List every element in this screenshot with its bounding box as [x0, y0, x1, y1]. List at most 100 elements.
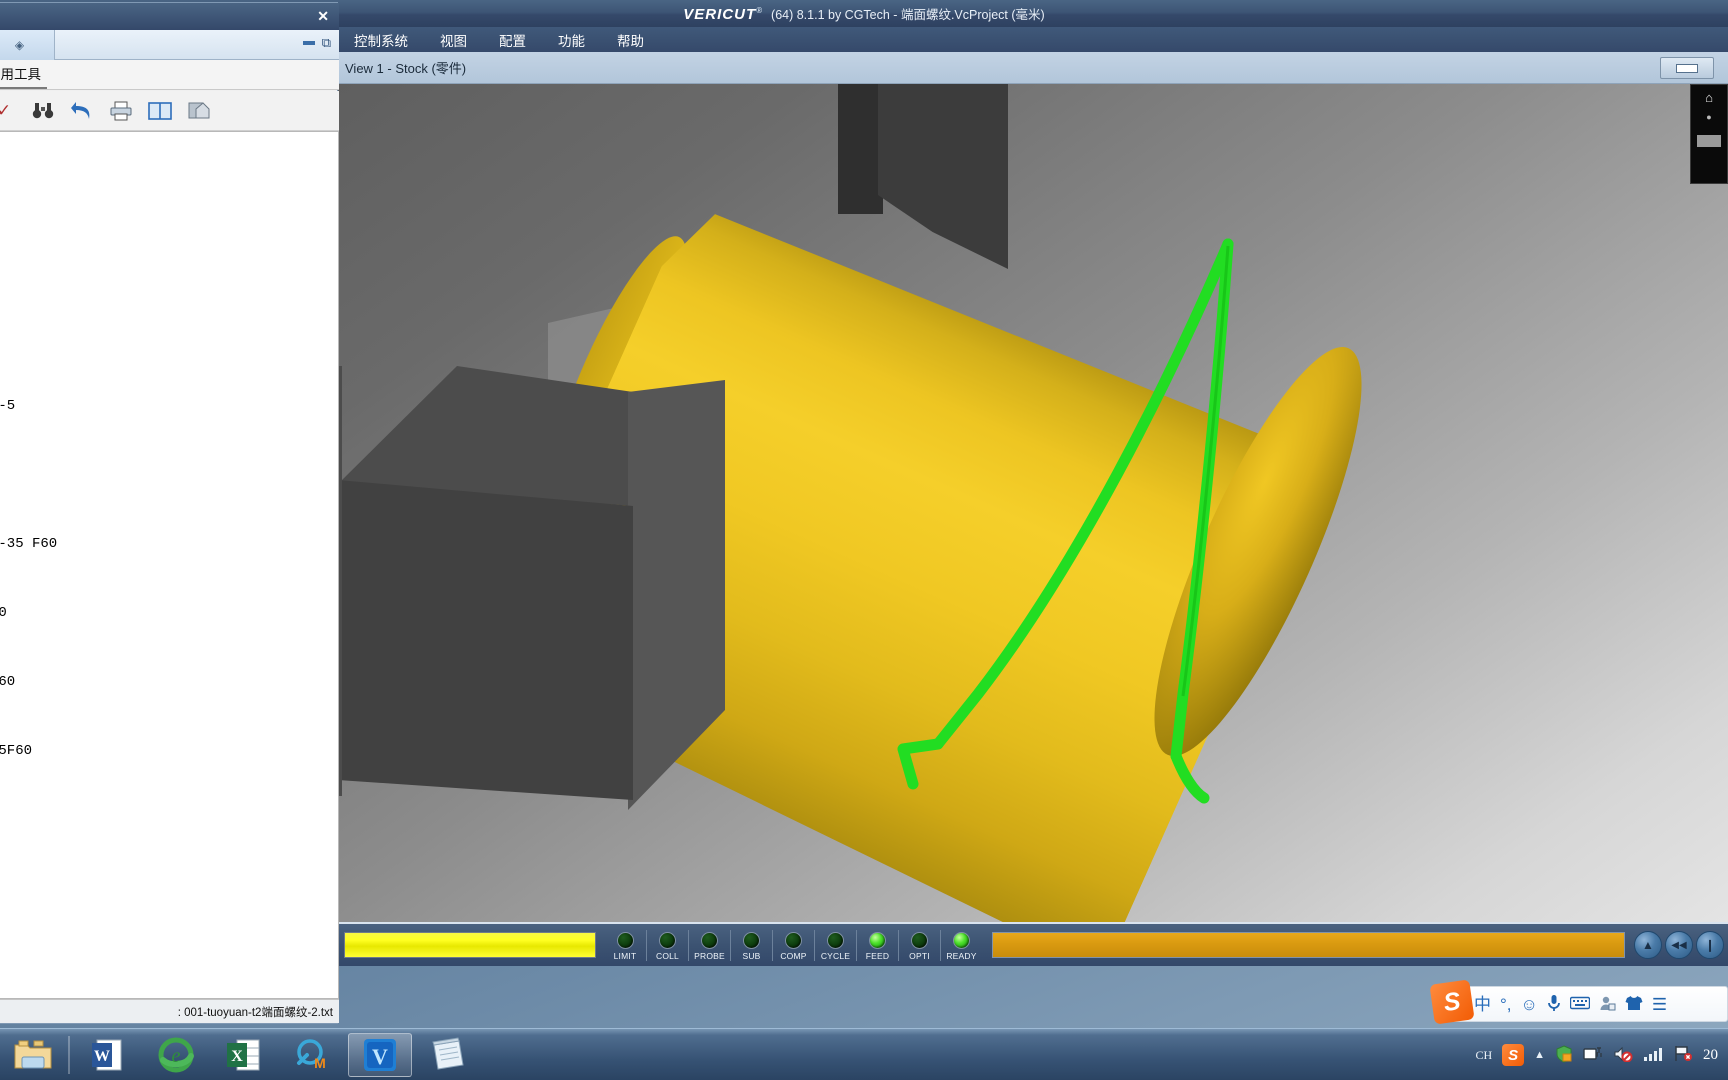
user-glyph: [1600, 996, 1616, 1010]
menu-control-system[interactable]: 控制系统: [338, 28, 424, 52]
print-icon[interactable]: [106, 96, 136, 126]
home-view-icon[interactable]: ⌂: [1705, 91, 1713, 104]
punctuation-icon[interactable]: °,: [1500, 996, 1512, 1013]
status-led-feed[interactable]: FEED: [856, 929, 898, 961]
chinese-mode-icon[interactable]: 中: [1474, 996, 1491, 1013]
menu-function[interactable]: 功能: [542, 28, 601, 52]
volume-muted-icon[interactable]: [1613, 1046, 1633, 1065]
menu-view[interactable]: 视图: [424, 28, 483, 52]
rewind-button[interactable]: ◀◀: [1665, 931, 1693, 959]
window-title-text: (64) 8.1.1 by CGTech - 端面螺纹.VcProject (毫…: [771, 8, 1045, 22]
led-label: PROBE: [694, 950, 725, 961]
taskbar-excel[interactable]: X: [212, 1033, 276, 1077]
undo-icon[interactable]: [67, 96, 97, 126]
mastercam-icon: M: [297, 1038, 326, 1071]
nc-subtab-common-tools[interactable]: 常用工具: [0, 61, 47, 89]
voice-input-icon[interactable]: [1547, 994, 1561, 1015]
menu-icon[interactable]: ☰: [1652, 996, 1667, 1013]
menu-help[interactable]: 帮助: [601, 28, 660, 52]
nc-code-line: [0, 188, 334, 211]
printer-glyph: [110, 101, 132, 120]
taskbar-notepad[interactable]: [416, 1033, 480, 1077]
taskbar-internet-explorer[interactable]: e: [144, 1033, 208, 1077]
microphone-glyph: [1547, 994, 1560, 1011]
status-led-cycle[interactable]: CYCLE: [814, 929, 856, 961]
zoom-slider[interactable]: [1697, 135, 1721, 147]
taskbar-explorer[interactable]: [2, 1031, 64, 1079]
machine-column-upper: [878, 84, 1008, 269]
skin-icon[interactable]: [1625, 995, 1643, 1014]
emoji-icon[interactable]: ☺: [1521, 996, 1538, 1013]
shield-glyph: [1556, 1044, 1572, 1063]
led-label: LIMIT: [613, 950, 637, 961]
nc-code-line: Z-35 F60: [0, 536, 58, 552]
taskbar-word[interactable]: W: [76, 1033, 140, 1077]
binoculars-find-icon[interactable]: [28, 96, 58, 126]
verify-icon[interactable]: ✓: [0, 96, 19, 126]
sogou-logo-icon[interactable]: S: [1429, 979, 1475, 1025]
restore-window-icon[interactable]: ⧉: [322, 36, 331, 49]
single-step-button[interactable]: ❙: [1696, 931, 1724, 959]
status-led-ready[interactable]: READY: [940, 929, 982, 961]
status-led-opti[interactable]: OPTI: [898, 929, 940, 961]
view-orbit-icon[interactable]: ●: [1706, 113, 1711, 122]
nc-window-controls: ⧉: [302, 36, 331, 49]
network-signal-icon[interactable]: [1643, 1046, 1663, 1065]
svg-text:M: M: [314, 1055, 326, 1071]
sogou-tray-icon[interactable]: S: [1502, 1044, 1525, 1066]
status-led-comp[interactable]: COMP: [772, 929, 814, 961]
minimize-icon[interactable]: [302, 40, 315, 45]
internet-explorer-icon: e: [158, 1037, 194, 1072]
nc-code-line: Z-5: [0, 398, 16, 414]
taskbar-vericut[interactable]: V: [348, 1032, 412, 1077]
split-view-icon[interactable]: [145, 96, 175, 126]
taskbar-divider: [68, 1035, 70, 1074]
led-indicator-icon: [869, 931, 886, 949]
flag-glyph: [1675, 1046, 1692, 1061]
status-led-sub[interactable]: SUB: [730, 929, 772, 961]
user-account-icon[interactable]: [1599, 995, 1616, 1014]
taskbar-mastercam[interactable]: M: [280, 1033, 344, 1077]
nc-code-line: [0, 257, 334, 280]
input-language-indicator[interactable]: CH: [1475, 1048, 1492, 1063]
signal-bars-glyph: [1644, 1047, 1662, 1061]
led-indicator-icon: [616, 931, 634, 949]
graphics-view-3d[interactable]: ⌂ ●: [338, 84, 1728, 922]
nc-code-line: 60: [0, 602, 334, 625]
copy-layout-icon[interactable]: [184, 96, 214, 126]
eject-button[interactable]: ▲: [1634, 931, 1662, 959]
action-center-flag-icon[interactable]: [1673, 1045, 1693, 1065]
close-icon[interactable]: ✕: [317, 8, 329, 25]
led-label: READY: [946, 950, 977, 961]
speaker-muted-glyph: [1614, 1046, 1633, 1062]
clock[interactable]: 20: [1703, 1047, 1718, 1064]
battery-icon[interactable]: [1583, 1046, 1603, 1065]
security-shield-icon[interactable]: [1555, 1044, 1573, 1066]
soft-keyboard-icon[interactable]: [1569, 996, 1591, 1013]
sogou-ime-toolbar[interactable]: S 中 °, ☺ ☰: [1429, 979, 1728, 1025]
led-indicator-icon: [785, 931, 802, 949]
menu-config[interactable]: 配置: [483, 28, 542, 52]
led-indicator-icon: [701, 931, 718, 949]
battery-glyph: [1583, 1046, 1602, 1060]
screen-root: VERICUT® (64) 8.1.1 by CGTech - 端面螺纹.VcP…: [0, 0, 1728, 1080]
simulation-progress-orange: [992, 932, 1625, 958]
status-led-limit[interactable]: LIMIT: [604, 930, 646, 961]
word-icon: W: [92, 1039, 122, 1070]
binoculars-glyph: [32, 102, 54, 118]
undo-arrow-glyph: [71, 101, 90, 119]
status-led-probe[interactable]: PROBE: [688, 929, 730, 961]
led-indicator-icon: [659, 931, 676, 949]
nc-tab-icon[interactable]: ◈: [0, 29, 55, 60]
view-minimize-button[interactable]: [1660, 57, 1714, 79]
vericut-icon: V: [364, 1038, 396, 1071]
show-hidden-icons-icon[interactable]: ▲: [1534, 1049, 1545, 1061]
view-navigation-panel[interactable]: ⌂ ●: [1690, 84, 1728, 184]
nc-status-line: : 001-tuoyuan-t2端面螺纹-2.txt: [0, 999, 339, 1023]
nc-code-editor[interactable]: Z-5 E Z-35 F60 60 F60 -5F60 Z-5 F60 F60 …: [0, 131, 339, 999]
system-tray: CH S ▲ 20: [1475, 1029, 1724, 1080]
view-tab-stock[interactable]: View 1 - Stock (零件): [338, 52, 480, 83]
status-led-coll[interactable]: COLL: [646, 929, 688, 961]
led-label: SUB: [742, 950, 761, 961]
nc-code-line: E: [0, 464, 334, 487]
